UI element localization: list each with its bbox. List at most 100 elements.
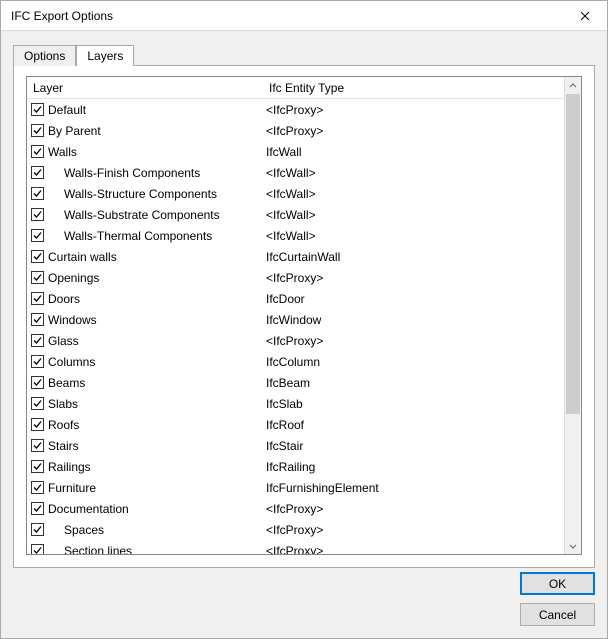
scroll-down-button[interactable]	[565, 537, 581, 554]
cancel-button[interactable]: Cancel	[520, 603, 595, 626]
table-row[interactable]: RoofsIfcRoof	[27, 414, 564, 435]
ifc-entity-type: <IfcProxy>	[266, 523, 564, 537]
ifc-entity-type: <IfcWall>	[266, 166, 564, 180]
layer-name: Walls-Substrate Components	[48, 208, 266, 222]
layer-name: Slabs	[48, 397, 266, 411]
tab-layers[interactable]: Layers	[76, 45, 134, 66]
checkbox[interactable]	[31, 187, 44, 200]
table-row[interactable]: ColumnsIfcColumn	[27, 351, 564, 372]
ifc-entity-type: <IfcWall>	[266, 187, 564, 201]
checkbox[interactable]	[31, 376, 44, 389]
table-row[interactable]: Section lines<IfcProxy>	[27, 540, 564, 554]
vertical-scrollbar[interactable]	[564, 77, 581, 554]
ok-button[interactable]: OK	[520, 572, 595, 595]
table-row[interactable]: SlabsIfcSlab	[27, 393, 564, 414]
checkbox[interactable]	[31, 103, 44, 116]
layer-name: Columns	[48, 355, 266, 369]
checkbox[interactable]	[31, 481, 44, 494]
layer-name: Openings	[48, 271, 266, 285]
table-row[interactable]: Spaces<IfcProxy>	[27, 519, 564, 540]
table-row[interactable]: Walls-Finish Components<IfcWall>	[27, 162, 564, 183]
checkbox[interactable]	[31, 502, 44, 515]
table-row[interactable]: Walls-Structure Components<IfcWall>	[27, 183, 564, 204]
layer-name: By Parent	[48, 124, 266, 138]
tabstrip: Options Layers	[13, 43, 595, 65]
table-row[interactable]: WindowsIfcWindow	[27, 309, 564, 330]
checkbox[interactable]	[31, 208, 44, 221]
ifc-entity-type: <IfcProxy>	[266, 544, 564, 555]
layer-name: Walls-Structure Components	[48, 187, 266, 201]
table-row[interactable]: StairsIfcStair	[27, 435, 564, 456]
chevron-down-icon	[569, 542, 577, 550]
table-row[interactable]: Openings<IfcProxy>	[27, 267, 564, 288]
checkbox[interactable]	[31, 439, 44, 452]
client-area: Options Layers Layer Ifc Entity Type Def…	[1, 31, 607, 638]
table-row[interactable]: FurnitureIfcFurnishingElement	[27, 477, 564, 498]
table-row[interactable]: Walls-Substrate Components<IfcWall>	[27, 204, 564, 225]
layer-name: Walls	[48, 145, 266, 159]
tab-options[interactable]: Options	[13, 45, 76, 66]
layer-name: Section lines	[48, 544, 266, 555]
layer-name: Walls-Thermal Components	[48, 229, 266, 243]
checkbox[interactable]	[31, 334, 44, 347]
layer-name: Documentation	[48, 502, 266, 516]
table-row[interactable]: Glass<IfcProxy>	[27, 330, 564, 351]
checkbox[interactable]	[31, 145, 44, 158]
checkbox[interactable]	[31, 124, 44, 137]
checkbox[interactable]	[31, 166, 44, 179]
ifc-entity-type: IfcDoor	[266, 292, 564, 306]
table-row[interactable]: Curtain wallsIfcCurtainWall	[27, 246, 564, 267]
scroll-up-button[interactable]	[565, 77, 581, 94]
table-row[interactable]: Default<IfcProxy>	[27, 99, 564, 120]
close-icon	[580, 11, 590, 21]
ifc-entity-type: IfcRailing	[266, 460, 564, 474]
close-button[interactable]	[562, 1, 607, 31]
checkbox[interactable]	[31, 292, 44, 305]
checkbox[interactable]	[31, 523, 44, 536]
checkbox[interactable]	[31, 460, 44, 473]
ifc-entity-type: <IfcProxy>	[266, 502, 564, 516]
checkbox[interactable]	[31, 271, 44, 284]
ifc-entity-type: <IfcProxy>	[266, 124, 564, 138]
table-row[interactable]: WallsIfcWall	[27, 141, 564, 162]
layer-name: Stairs	[48, 439, 266, 453]
table-row[interactable]: By Parent<IfcProxy>	[27, 120, 564, 141]
chevron-up-icon	[569, 82, 577, 90]
scroll-track[interactable]	[565, 94, 581, 537]
table-row[interactable]: DoorsIfcDoor	[27, 288, 564, 309]
ifc-entity-type: IfcBeam	[266, 376, 564, 390]
layer-name: Beams	[48, 376, 266, 390]
column-header-layer[interactable]: Layer	[31, 81, 267, 95]
checkbox[interactable]	[31, 397, 44, 410]
list-header: Layer Ifc Entity Type	[27, 77, 564, 99]
checkbox[interactable]	[31, 250, 44, 263]
table-row[interactable]: Walls-Thermal Components<IfcWall>	[27, 225, 564, 246]
checkbox[interactable]	[31, 313, 44, 326]
titlebar: IFC Export Options	[1, 1, 607, 31]
ifc-entity-type: IfcCurtainWall	[266, 250, 564, 264]
scroll-thumb[interactable]	[566, 94, 580, 414]
table-row[interactable]: Documentation<IfcProxy>	[27, 498, 564, 519]
checkbox[interactable]	[31, 229, 44, 242]
tab-label: Layers	[87, 49, 123, 63]
ifc-entity-type: <IfcProxy>	[266, 334, 564, 348]
layer-list-content: Layer Ifc Entity Type Default<IfcProxy>B…	[27, 77, 564, 554]
checkbox[interactable]	[31, 355, 44, 368]
table-row[interactable]: BeamsIfcBeam	[27, 372, 564, 393]
layer-name: Doors	[48, 292, 266, 306]
table-row[interactable]: RailingsIfcRailing	[27, 456, 564, 477]
column-header-type[interactable]: Ifc Entity Type	[267, 81, 564, 95]
ifc-entity-type: IfcWall	[266, 145, 564, 159]
dialog-buttons: OK Cancel	[520, 572, 595, 626]
layer-name: Furniture	[48, 481, 266, 495]
checkbox[interactable]	[31, 544, 44, 554]
ifc-entity-type: <IfcProxy>	[266, 271, 564, 285]
window-title: IFC Export Options	[11, 9, 562, 23]
ifc-entity-type: <IfcProxy>	[266, 103, 564, 117]
layer-name: Spaces	[48, 523, 266, 537]
layer-name: Default	[48, 103, 266, 117]
ifc-entity-type: IfcWindow	[266, 313, 564, 327]
checkbox[interactable]	[31, 418, 44, 431]
tab-panel-layers: Layer Ifc Entity Type Default<IfcProxy>B…	[13, 65, 595, 568]
ifc-entity-type: <IfcWall>	[266, 229, 564, 243]
